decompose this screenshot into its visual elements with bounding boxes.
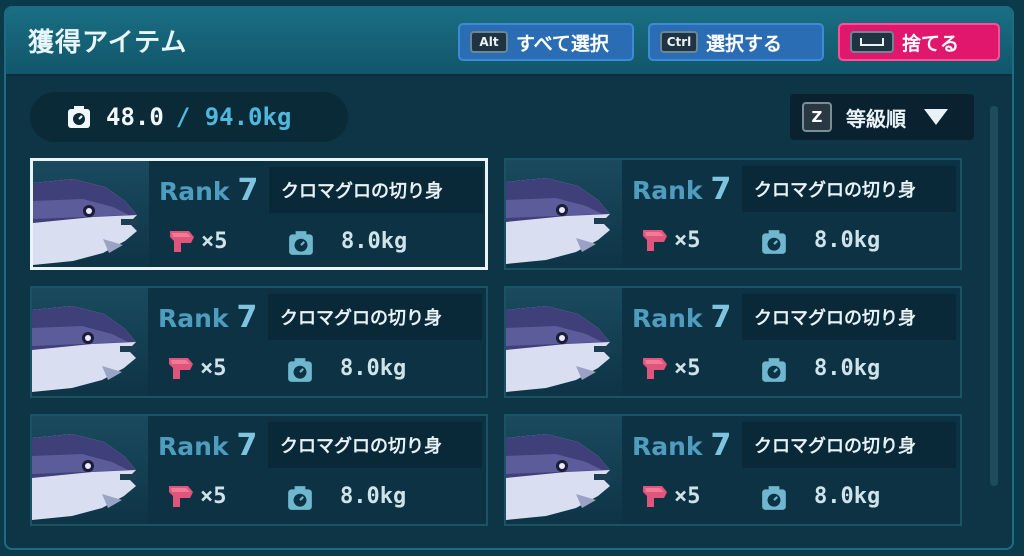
item-quantity: ×5 — [674, 356, 701, 381]
rank-value: 7 — [710, 300, 732, 335]
item-rank: Rank 7 — [158, 428, 257, 463]
panel-title: 獲得アイテム — [28, 28, 188, 58]
item-weight: 8.0kg — [340, 484, 407, 509]
select-label: 選択する — [706, 32, 783, 55]
item-quantity: ×5 — [200, 356, 227, 381]
rank-value: 7 — [237, 173, 259, 208]
item-card[interactable]: Rank 7 クロマグロの切り身 ×5 8.0kg — [30, 286, 488, 398]
item-thumbnail — [506, 416, 622, 524]
item-thumbnail — [32, 416, 148, 524]
current-weight: 48.0 — [106, 103, 164, 131]
item-info: Rank 7 クロマグロの切り身 ×5 8.0kg — [148, 416, 486, 524]
select-all-label: すべて選択 — [516, 32, 609, 55]
item-quantity: ×5 — [200, 484, 227, 509]
rank-label: Rank — [158, 432, 229, 461]
item-rank: Rank 7 — [632, 172, 731, 207]
bluefin-tuna-icon — [506, 306, 610, 392]
rank-value: 7 — [710, 172, 732, 207]
item-name: クロマグロの切り身 — [268, 422, 482, 468]
item-name: クロマグロの切り身 — [742, 166, 956, 212]
scale-icon — [68, 106, 90, 128]
meat-icon — [643, 486, 667, 507]
item-thumbnail — [32, 288, 148, 396]
rank-label: Rank — [158, 304, 229, 333]
ctrl-key-icon: Ctrl — [660, 31, 698, 53]
rank-value: 7 — [236, 428, 258, 463]
item-name: クロマグロの切り身 — [268, 294, 482, 340]
item-name: クロマグロの切り身 — [269, 167, 483, 213]
alt-key-icon: Alt — [470, 31, 508, 53]
sort-label: 等級順 — [846, 106, 906, 131]
meat-icon — [643, 358, 667, 379]
scale-icon — [762, 358, 786, 382]
item-card[interactable]: Rank 7 クロマグロの切り身 ×5 8.0kg — [30, 414, 488, 526]
select-button[interactable]: Ctrl 選択する — [648, 23, 824, 61]
item-quantity: ×5 — [674, 228, 701, 253]
item-info: Rank 7 クロマグロの切り身 ×5 8.0kg — [148, 288, 486, 396]
meat-icon — [169, 358, 193, 379]
dropdown-triangle-icon — [924, 109, 948, 125]
max-weight: / 94.0kg — [175, 103, 292, 131]
bluefin-tuna-icon — [32, 434, 136, 520]
item-name: クロマグロの切り身 — [742, 294, 956, 340]
item-weight: 8.0kg — [814, 484, 881, 509]
scale-icon — [762, 486, 786, 510]
item-info: Rank 7 クロマグロの切り身 ×5 8.0kg — [622, 416, 960, 524]
meat-icon — [170, 231, 194, 252]
item-info: Rank 7 クロマグロの切り身 ×5 8.0kg — [149, 161, 485, 267]
scale-icon — [288, 486, 312, 510]
item-weight: 8.0kg — [341, 229, 408, 254]
meat-icon — [169, 486, 193, 507]
item-card[interactable]: Rank 7 クロマグロの切り身 ×5 8.0kg — [504, 158, 962, 270]
acquired-items-panel: 獲得アイテム Alt すべて選択 Ctrl 選択する 捨てる 48.0 / 94… — [4, 6, 1014, 550]
rank-value: 7 — [236, 300, 258, 335]
bluefin-tuna-icon — [33, 179, 137, 265]
item-info: Rank 7 クロマグロの切り身 ×5 8.0kg — [622, 160, 960, 268]
rank-label: Rank — [632, 432, 703, 461]
bluefin-tuna-icon — [506, 178, 610, 264]
item-weight: 8.0kg — [814, 356, 881, 381]
item-thumbnail — [506, 288, 622, 396]
rank-label: Rank — [632, 304, 703, 333]
item-rank: Rank 7 — [632, 300, 731, 335]
scale-icon — [762, 230, 786, 254]
item-rank: Rank 7 — [632, 428, 731, 463]
scale-icon — [288, 358, 312, 382]
weight-capacity: 48.0 / 94.0kg — [30, 92, 348, 142]
item-weight: 8.0kg — [814, 228, 881, 253]
item-rank: Rank 7 — [159, 173, 258, 208]
item-thumbnail — [506, 160, 622, 268]
item-name: クロマグロの切り身 — [742, 422, 956, 468]
rank-label: Rank — [632, 176, 703, 205]
bluefin-tuna-icon — [32, 306, 136, 392]
scale-icon — [289, 231, 313, 255]
discard-button[interactable]: 捨てる — [838, 23, 1000, 61]
item-rank: Rank 7 — [158, 300, 257, 335]
item-card[interactable]: Rank 7 クロマグロの切り身 ×5 8.0kg — [30, 158, 488, 270]
item-quantity: ×5 — [674, 484, 701, 509]
panel-header: 獲得アイテム Alt すべて選択 Ctrl 選択する 捨てる — [6, 8, 1012, 76]
rank-label: Rank — [159, 177, 230, 206]
scrollbar[interactable] — [990, 106, 998, 486]
bluefin-tuna-icon — [506, 434, 610, 520]
discard-label: 捨てる — [902, 32, 960, 55]
meat-icon — [643, 230, 667, 251]
item-quantity: ×5 — [201, 229, 228, 254]
select-all-button[interactable]: Alt すべて選択 — [458, 23, 634, 61]
sort-button[interactable]: Z 等級順 — [790, 94, 974, 140]
rank-value: 7 — [710, 428, 732, 463]
item-card[interactable]: Rank 7 クロマグロの切り身 ×5 8.0kg — [504, 414, 962, 526]
item-weight: 8.0kg — [340, 356, 407, 381]
z-key-icon: Z — [802, 102, 832, 132]
item-info: Rank 7 クロマグロの切り身 ×5 8.0kg — [622, 288, 960, 396]
item-card[interactable]: Rank 7 クロマグロの切り身 ×5 8.0kg — [504, 286, 962, 398]
space-key-icon — [850, 31, 894, 53]
item-thumbnail — [33, 161, 149, 267]
